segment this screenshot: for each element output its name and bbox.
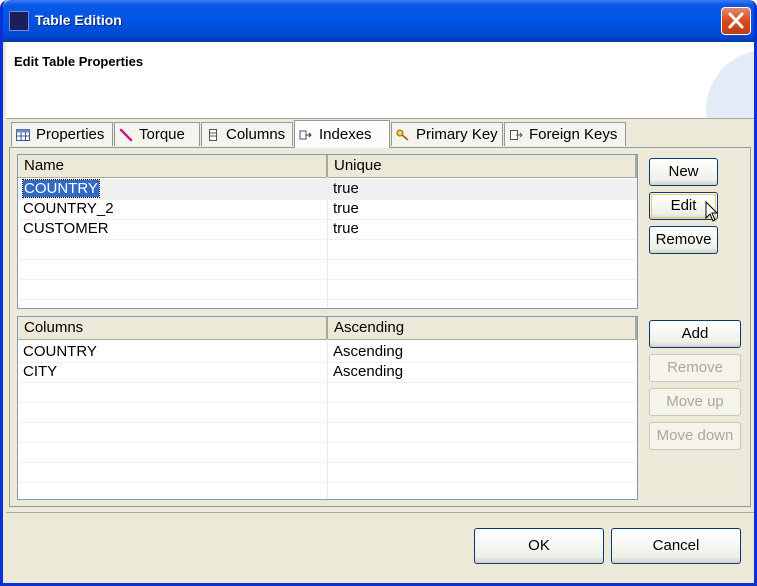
column-header-ascending[interactable]: Ascending [328, 317, 637, 339]
table-cell: true [333, 180, 359, 197]
table-cell: true [333, 220, 359, 237]
empty-row [18, 239, 637, 260]
table-header: Name Unique [18, 155, 637, 178]
tab-label: Indexes [319, 126, 372, 143]
empty-row [18, 279, 637, 300]
footer-separator [6, 512, 754, 513]
remove-index-button[interactable]: Remove [649, 226, 718, 254]
empty-row [18, 402, 637, 423]
table-cell: COUNTRY_2 [23, 200, 114, 217]
empty-row [18, 259, 637, 280]
tab-columns[interactable]: Columns [201, 122, 293, 146]
tab-label: Foreign Keys [529, 126, 618, 143]
table-row[interactable]: CUSTOMER true [18, 219, 637, 240]
index-icon [299, 130, 312, 139]
cancel-button[interactable]: Cancel [611, 528, 741, 564]
remove-column-button[interactable]: Remove [649, 354, 741, 382]
ok-button[interactable]: OK [474, 528, 604, 564]
table-cell: CITY [23, 363, 58, 380]
table-icon [16, 128, 30, 141]
banner-decoration [706, 50, 754, 118]
title-bar[interactable]: Table Edition [3, 0, 754, 42]
move-down-button[interactable]: Move down [649, 422, 741, 450]
tab-label: Columns [226, 126, 286, 143]
table-header: Columns Ascending [18, 317, 637, 340]
index-columns-table[interactable]: Columns Ascending COUNTRY Ascending CITY… [17, 316, 638, 500]
app-icon [9, 11, 29, 31]
tab-label: Torque [139, 126, 185, 143]
table-row[interactable]: COUNTRY_2 true [18, 199, 637, 220]
table-row[interactable]: CITY Ascending [18, 362, 637, 383]
indexes-table[interactable]: Name Unique COUNTRY true COUNTRY_2 true … [17, 154, 638, 309]
foreign-key-icon [510, 129, 523, 140]
table-cell: Ascending [333, 363, 404, 380]
new-index-button[interactable]: New [649, 158, 718, 186]
table-row[interactable]: COUNTRY Ascending [18, 342, 637, 363]
table-cell: true [333, 200, 359, 217]
empty-row [18, 382, 637, 403]
tab-properties[interactable]: Properties [11, 122, 113, 146]
move-up-button[interactable]: Move up [649, 388, 741, 416]
column-header-columns[interactable]: Columns [18, 317, 328, 339]
key-icon [396, 129, 409, 141]
close-icon [728, 12, 744, 29]
table-cell: CUSTOMER [23, 220, 109, 237]
column-header-name[interactable]: Name [18, 155, 328, 177]
column-header-unique[interactable]: Unique [328, 155, 637, 177]
selected-cell-text: COUNTRY [22, 179, 100, 198]
header-banner: Edit Table Properties [6, 42, 754, 119]
empty-row [18, 442, 637, 463]
tab-primary-key[interactable]: Primary Key [391, 122, 503, 146]
add-column-button[interactable]: Add [649, 320, 741, 348]
table-row[interactable]: COUNTRY true [18, 179, 637, 200]
close-button[interactable] [721, 7, 751, 35]
table-cell: Ascending [333, 343, 404, 360]
mouse-cursor-icon [705, 201, 719, 222]
tab-indexes[interactable]: Indexes [294, 120, 390, 148]
tab-label: Properties [36, 126, 105, 143]
table-cell: COUNTRY [18, 179, 326, 199]
tab-foreign-keys[interactable]: Foreign Keys [504, 122, 626, 146]
tab-label: Primary Key [416, 126, 498, 143]
banner-title: Edit Table Properties [14, 54, 144, 69]
table-cell: COUNTRY [23, 343, 97, 360]
empty-row [18, 462, 637, 483]
window-title: Table Edition [35, 12, 122, 28]
wand-icon [119, 128, 133, 141]
columns-icon [209, 128, 217, 141]
tab-torque[interactable]: Torque [114, 122, 200, 146]
dialog-window: Table Edition Edit Table Properties Prop… [0, 0, 757, 586]
empty-row [18, 422, 637, 443]
